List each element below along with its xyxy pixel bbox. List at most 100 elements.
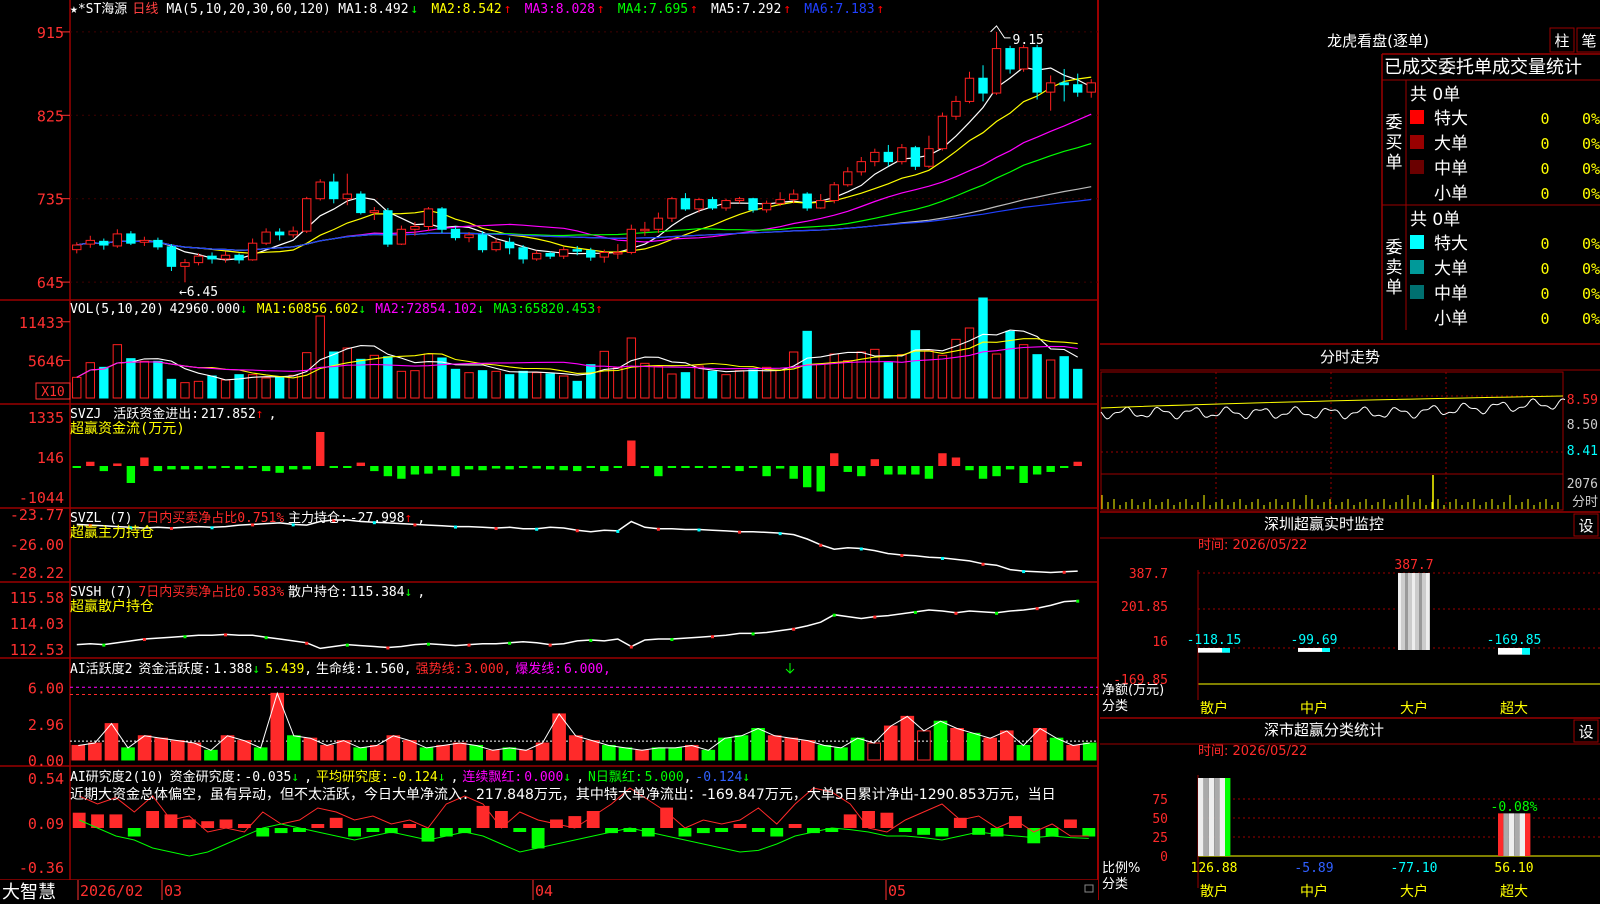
- svzj-bar-12: [234, 466, 244, 470]
- ai1-bar-30: [568, 735, 583, 761]
- svsh-tick-14: [264, 636, 268, 640]
- ai2-bar-13: [311, 824, 325, 828]
- lhb-sell-row-name-3: 小单: [1434, 309, 1468, 329]
- sz-class-bar-stripe: [1198, 778, 1204, 856]
- ai2-bar-7: [201, 821, 215, 828]
- svzj-bar-37: [573, 466, 582, 472]
- ai2-bar-55: [1082, 828, 1096, 837]
- sz-monitor-bar-1: [1298, 648, 1330, 652]
- candle-body: [491, 241, 501, 251]
- intraday-unit-label: 分时: [1572, 495, 1598, 510]
- svzj-bar-49: [735, 466, 744, 472]
- svsh-header-5: ,: [417, 585, 425, 600]
- volume-bar-44: [667, 373, 677, 399]
- lhb-bar-button-label[interactable]: 柱: [1554, 32, 1569, 50]
- volume-bar-9: [193, 380, 204, 399]
- sz-monitor-category-1: 中户: [1300, 700, 1328, 717]
- main-ytick-label-0: 915: [37, 24, 64, 42]
- volume-bar-53: [788, 351, 799, 399]
- background: [0, 0, 1600, 900]
- svsh-tick-68: [995, 611, 999, 615]
- sz-class-value-3: 56.10: [1494, 861, 1533, 876]
- ai1-bar-44: [801, 740, 815, 761]
- volume-bar-61: [897, 354, 907, 399]
- svzj-bar-47: [708, 466, 717, 468]
- ai2-header-9: 连续飘红:: [462, 769, 522, 785]
- trading-terminal: 915 825 735 645 9.15 ←6.45 ★*ST海源 日线 MA(5,10,20,…: [0, 0, 1600, 904]
- ai1-bar-60: [1066, 744, 1080, 761]
- ai2-header-7: ↓: [438, 770, 446, 785]
- svzj-bar-10: [207, 466, 217, 469]
- sz-monitor-value-2: 387.7: [1394, 558, 1433, 573]
- svsh-tick-74: [1076, 599, 1080, 603]
- ai2-header-0: AI研究度2(10): [70, 769, 164, 785]
- lhb-buy-row-pct-2: 0%: [1582, 160, 1600, 178]
- svsh-tick-71: [1035, 607, 1039, 611]
- sz-class-category-1: 中户: [1300, 883, 1328, 900]
- volume-bar-23: [383, 356, 393, 399]
- svzl-header-3: -27.998: [350, 511, 405, 526]
- candle-body: [572, 249, 582, 252]
- svzj-bar-64: [938, 453, 947, 466]
- vol-unit-label: X10: [41, 385, 64, 400]
- volume-bar-72: [1045, 359, 1056, 399]
- lhb-buy-row-count-0: 0: [1540, 110, 1549, 128]
- ai1-bar-0: [71, 744, 86, 761]
- candle-body: [369, 210, 380, 214]
- sz-class-bar-0: [1198, 778, 1231, 856]
- sz-monitor-bar-stripe: [1405, 573, 1408, 650]
- ai2-bar-37: [751, 828, 765, 832]
- svsh-tick-56: [832, 613, 836, 617]
- svzj-bar-1: [86, 461, 95, 466]
- svzj-bar-6: [153, 466, 163, 472]
- sz-class-bar-stripe: [1498, 813, 1504, 856]
- lhb-buy-swatch-2: [1410, 160, 1424, 174]
- svzj-bar-27: [437, 466, 447, 471]
- sz-class-settings-label[interactable]: 设: [1578, 723, 1593, 741]
- vol-header-11: ↑: [595, 302, 603, 317]
- volume-bar-46: [694, 365, 704, 399]
- sz-monitor-settings-label[interactable]: 设: [1578, 517, 1593, 535]
- svsh-header-4: ↓: [404, 585, 412, 600]
- lhb-title: 龙虎看盘(逐单): [1327, 32, 1429, 50]
- lhb-sell-row-name-2: 中单: [1434, 284, 1468, 304]
- lhb-bar-button[interactable]: 柱: [1549, 27, 1575, 53]
- svzj-bar-51: [762, 466, 771, 477]
- candle-body: [1073, 84, 1083, 93]
- candle-body: [315, 181, 325, 200]
- ai2-bar-54: [1064, 819, 1077, 828]
- volume-bar-68: [991, 353, 1002, 399]
- svzj-bar-44: [667, 466, 677, 468]
- candle-body: [112, 233, 123, 247]
- vol-header-9: MA3:: [494, 302, 525, 317]
- ai1-bar-59: [1049, 737, 1064, 761]
- sz-monitor-settings-button[interactable]: 设: [1573, 513, 1599, 537]
- x-label-0: 2026/02: [80, 882, 143, 900]
- candle-21: [356, 191, 366, 215]
- ai1-bar-22: [436, 744, 450, 761]
- svzl-header-5: ,: [417, 511, 425, 526]
- lhb-tick-button-label[interactable]: 笔: [1581, 32, 1596, 50]
- svzl-ytick-label-2: -28.22: [10, 564, 64, 582]
- ai2-bar-45: [898, 828, 912, 832]
- main-header-14: ↑: [690, 2, 698, 17]
- sz-monitor-bar-stripe: [1412, 573, 1415, 650]
- lhb-sell-row-pct-0: 0%: [1582, 235, 1600, 253]
- svzj-bar-41: [627, 440, 636, 466]
- ai2-bar-42: [843, 814, 857, 828]
- svzj-bar-59: [870, 459, 880, 466]
- ai1-bar-55: [983, 737, 998, 761]
- svzl-tick-58: [859, 547, 863, 551]
- candle-body: [802, 193, 812, 209]
- sz-class-category-0: 散户: [1200, 883, 1228, 900]
- x-label-3: 05: [888, 882, 906, 900]
- lhb-buy-row-pct-0: 0%: [1582, 110, 1600, 128]
- volume-bar-11: [220, 379, 231, 399]
- sz-class-settings-button[interactable]: 设: [1573, 719, 1599, 743]
- svzl-ytick-label-0: -23.77: [10, 506, 64, 524]
- volume-bar-38: [586, 364, 596, 399]
- lhb-tick-button[interactable]: 笔: [1576, 27, 1600, 53]
- intraday-price-label-0: 8.59: [1567, 393, 1598, 408]
- candle-27: [437, 207, 447, 233]
- sz-class-value-0: 126.88: [1191, 861, 1238, 876]
